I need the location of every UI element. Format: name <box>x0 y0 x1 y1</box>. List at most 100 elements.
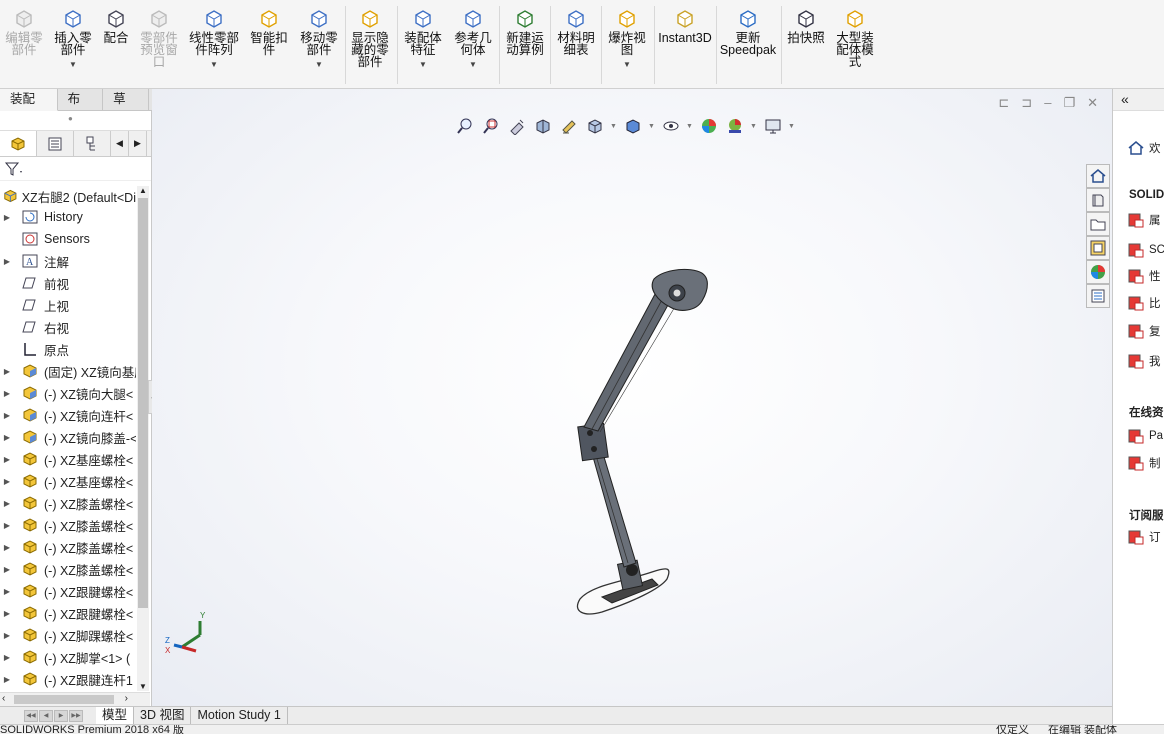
dropdown-arrow-icon[interactable]: ▼ <box>750 123 758 130</box>
close-icon[interactable]: ✕ <box>1087 95 1098 111</box>
minimize-icon[interactable]: – <box>1044 95 1051 111</box>
welcome-link[interactable]: 欢 <box>1127 139 1161 157</box>
tree-item[interactable]: ▶ (-) XZ膝盖螺栓< <box>0 514 136 536</box>
scroll-left-icon[interactable]: ‹ <box>2 693 5 704</box>
expand-arrow-icon[interactable]: ▶ <box>0 499 14 508</box>
tab-command-2[interactable]: 草图 <box>103 89 149 127</box>
dropdown-arrow-icon[interactable]: ▼ <box>686 123 694 130</box>
expand-arrow-icon[interactable]: ▶ <box>0 389 14 398</box>
hide-show-items-icon[interactable] <box>660 115 682 137</box>
panel-collapse-bar[interactable]: ● <box>0 111 151 131</box>
task-pane-link[interactable]: Pa <box>1127 427 1163 445</box>
tab-bottom-2[interactable]: Motion Study 1 <box>191 707 288 724</box>
tab-configuration-manager[interactable] <box>74 131 111 156</box>
graphics-area[interactable]: ▼ ▼ ▼ ▼ ▼ ⊏ ⊐ – ❐ ✕ Y Z X <box>152 89 1112 706</box>
collapse-handle-icon[interactable]: ● <box>68 114 73 123</box>
tree-item[interactable]: ▶ (-) XZ镜向大腿< <box>0 382 136 404</box>
task-pane-link[interactable]: 比 <box>1127 294 1161 312</box>
mate-button[interactable]: 配合 <box>100 6 132 44</box>
h-scrollbar-thumb[interactable] <box>14 695 114 704</box>
tree-item[interactable]: 右视 <box>0 316 136 338</box>
tree-item[interactable]: Sensors <box>0 228 136 250</box>
tabs-scroll-right[interactable]: ▶ <box>129 131 147 156</box>
task-pane-link[interactable]: SC <box>1127 241 1164 259</box>
expand-arrow-icon[interactable]: ▶ <box>0 653 14 662</box>
dynamic-annotation-icon[interactable] <box>558 115 580 137</box>
tree-item[interactable]: 原点 <box>0 338 136 360</box>
tree-filter[interactable] <box>0 157 151 181</box>
expand-arrow-icon[interactable]: ▶ <box>0 455 14 464</box>
tab-property-manager[interactable] <box>37 131 74 156</box>
zoom-to-area-icon[interactable] <box>480 115 502 137</box>
tree-root-assembly[interactable]: XZ右腿2 (Default<Di <box>0 186 136 206</box>
display-style-icon[interactable] <box>622 115 644 137</box>
dropdown-arrow-icon[interactable]: ▼ <box>419 59 427 71</box>
expand-arrow-icon[interactable]: ▶ <box>0 411 14 420</box>
task-pane-link[interactable]: 属 <box>1127 211 1161 229</box>
task-pane-link[interactable]: 性 <box>1127 267 1161 285</box>
task-pane-link[interactable]: 订 <box>1127 528 1161 546</box>
tree-item[interactable]: ▶ (-) XZ跟腱螺栓< <box>0 602 136 624</box>
reference-geometry-button[interactable]: 参考几 何体 ▼ <box>450 6 496 71</box>
section-view-icon[interactable] <box>532 115 554 137</box>
tree-item[interactable]: ▶ (-) XZ膝盖螺栓< <box>0 536 136 558</box>
expand-arrow-icon[interactable]: ▶ <box>0 433 14 442</box>
tree-horizontal-scrollbar[interactable]: ‹ › <box>0 692 150 706</box>
tree-item[interactable]: ▶ (-) XZ跟腱螺栓< <box>0 580 136 602</box>
tree-item[interactable]: ▶ (固定) XZ镜向基座 <box>0 360 136 382</box>
task-pane-collapse[interactable]: « <box>1113 89 1164 111</box>
smart-fastener-button[interactable]: 智能扣 件 <box>246 6 292 56</box>
prev-tab-icon[interactable]: ◀ <box>39 709 53 722</box>
tree-item[interactable]: ▶ A 注解 <box>0 250 136 272</box>
tab-solidworks-resources[interactable] <box>1086 164 1110 188</box>
scroll-right-icon[interactable]: › <box>125 693 128 704</box>
tab-feature-manager[interactable] <box>0 131 37 156</box>
tabs-scroll-left[interactable]: ◀ <box>111 131 129 156</box>
tab-file-explorer[interactable] <box>1086 212 1110 236</box>
tree-item[interactable]: 上视 <box>0 294 136 316</box>
zoom-to-fit-icon[interactable] <box>454 115 476 137</box>
update-speedpak-button[interactable]: 更新 Speedpak <box>719 6 777 56</box>
task-pane-link[interactable]: 复 <box>1127 322 1161 340</box>
tree-item[interactable]: 前视 <box>0 272 136 294</box>
tab-design-library[interactable] <box>1086 188 1110 212</box>
insert-part-button[interactable]: 插入零 部件 ▼ <box>50 6 96 71</box>
tab-appearances[interactable] <box>1086 260 1110 284</box>
expand-arrow-icon[interactable]: ▶ <box>0 675 14 684</box>
new-motion-study-button[interactable]: 新建运 动算例 <box>502 6 548 56</box>
tab-view-palette[interactable] <box>1086 236 1110 260</box>
expand-arrow-icon[interactable]: ▶ <box>0 257 14 266</box>
expand-arrow-icon[interactable]: ▶ <box>0 587 14 596</box>
restore-icon[interactable]: ❐ <box>1063 95 1075 111</box>
tree-item[interactable]: ▶ (-) XZ跟腱连杆1 <box>0 668 136 690</box>
dropdown-arrow-icon[interactable]: ▼ <box>469 59 477 71</box>
tab-command-0[interactable]: 装配体 <box>0 89 58 127</box>
tree-item[interactable]: ▶ (-) XZ膝盖螺栓< <box>0 492 136 514</box>
dropdown-arrow-icon[interactable]: ▼ <box>610 123 618 130</box>
tab-bottom-1[interactable]: 3D 视图 <box>134 707 192 724</box>
double-chevron-left-icon[interactable]: « <box>1121 91 1129 107</box>
snapshot-button[interactable]: 拍快照 <box>784 6 828 44</box>
next-tab-icon[interactable]: ▶ <box>54 709 68 722</box>
expand-arrow-icon[interactable]: ▶ <box>0 367 14 376</box>
exploded-view-button[interactable]: 爆炸视 图 ▼ <box>604 6 650 71</box>
first-tab-icon[interactable]: ◀◀ <box>24 709 38 722</box>
bom-button[interactable]: 材料明 细表 <box>553 6 599 56</box>
view-orientation-icon[interactable] <box>584 115 606 137</box>
leg-assembly-model[interactable] <box>562 267 722 629</box>
apply-scene-icon[interactable] <box>724 115 746 137</box>
expand-arrow-icon[interactable]: ▶ <box>0 609 14 618</box>
move-component-button[interactable]: 移动零 部件 ▼ <box>296 6 342 71</box>
tree-item[interactable]: ▶ (-) XZ基座螺栓< <box>0 470 136 492</box>
view-settings-icon[interactable] <box>762 115 784 137</box>
tree-item[interactable]: ▶ (-) XZ镜向连杆< <box>0 404 136 426</box>
tab-custom-properties[interactable] <box>1086 284 1110 308</box>
expand-arrow-icon[interactable]: ▶ <box>0 565 14 574</box>
tree-item[interactable]: ▶ (-) XZ基座螺栓< <box>0 448 136 470</box>
linear-pattern-button[interactable]: 线性零部 件阵列 ▼ <box>186 6 242 71</box>
tile-left-icon[interactable]: ⊏ <box>998 95 1009 111</box>
last-tab-icon[interactable]: ▶▶ <box>69 709 83 722</box>
dropdown-arrow-icon[interactable]: ▼ <box>210 59 218 71</box>
tree-item[interactable]: ▶ (-) XZ脚掌<1> ( <box>0 646 136 668</box>
instant3d-button[interactable]: Instant3D <box>657 6 713 44</box>
